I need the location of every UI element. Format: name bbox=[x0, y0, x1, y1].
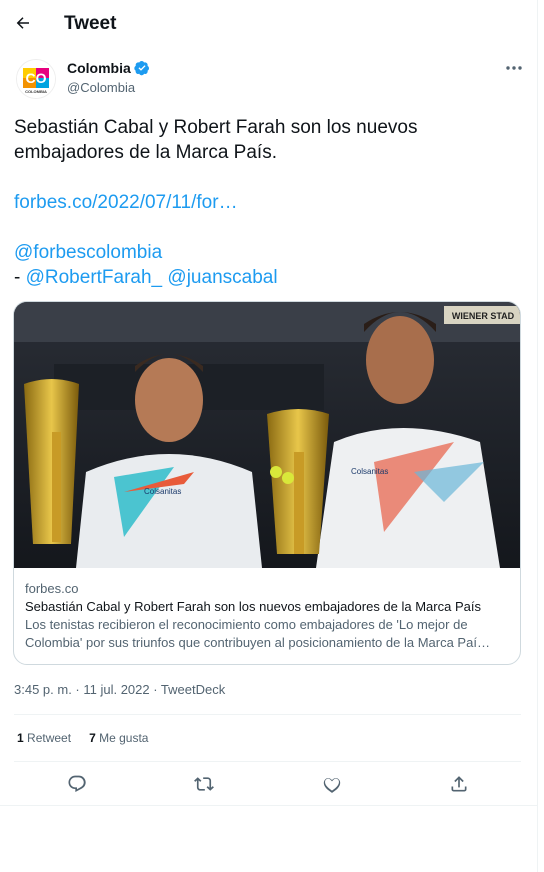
tweet-body: Sebastián Cabal y Robert Farah son los n… bbox=[14, 117, 418, 163]
column-border bbox=[537, 0, 538, 872]
card-image: WIENER STAD Colsanitas Colsanitas bbox=[14, 302, 520, 568]
back-button[interactable] bbox=[6, 6, 40, 40]
card-description: Los tenistas recibieron el reconocimient… bbox=[25, 617, 490, 650]
author-name[interactable]: Colombia bbox=[67, 60, 150, 76]
svg-text:Colsanitas: Colsanitas bbox=[144, 487, 181, 496]
page-title: Tweet bbox=[64, 13, 117, 34]
mention-robertfarah[interactable]: @RobertFarah_ bbox=[26, 267, 163, 288]
more-icon bbox=[506, 66, 522, 70]
retweet-icon bbox=[194, 777, 214, 791]
reply-icon bbox=[68, 775, 86, 792]
tweet-link[interactable]: forbes.co/2022/07/11/for… bbox=[14, 192, 238, 213]
card-title: Sebastián Cabal y Robert Farah son los n… bbox=[25, 599, 481, 614]
reply-button[interactable] bbox=[63, 770, 91, 798]
like-button[interactable] bbox=[318, 770, 346, 798]
action-bar bbox=[14, 770, 521, 798]
svg-text:Colsanitas: Colsanitas bbox=[351, 467, 388, 476]
header: Tweet bbox=[0, 0, 537, 50]
share-button[interactable] bbox=[445, 770, 473, 798]
mention-forbescolombia[interactable]: @forbescolombia bbox=[14, 242, 162, 263]
share-icon bbox=[451, 776, 467, 792]
like-stat[interactable]: 7 Me gusta bbox=[89, 731, 148, 745]
author-handle[interactable]: @Colombia bbox=[67, 80, 135, 95]
dash: - bbox=[14, 267, 21, 288]
engagement-stats: 1 Retweet 7 Me gusta bbox=[17, 731, 148, 745]
verified-badge-icon bbox=[134, 61, 149, 76]
retweet-button[interactable] bbox=[190, 770, 218, 798]
svg-text:WIENER STAD: WIENER STAD bbox=[452, 311, 515, 321]
avatar[interactable]: CO COLOMBIA bbox=[16, 59, 56, 99]
like-icon bbox=[323, 778, 341, 793]
divider bbox=[14, 761, 521, 762]
timestamp[interactable]: 3:45 p. m. · 11 jul. 2022 · TweetDeck bbox=[14, 682, 225, 697]
back-arrow-icon bbox=[16, 17, 29, 29]
retweet-stat[interactable]: 1 Retweet bbox=[17, 731, 71, 745]
svg-text:CO: CO bbox=[26, 70, 47, 86]
tweet-text: Sebastián Cabal y Robert Farah son los n… bbox=[14, 115, 519, 290]
card-meta: forbes.co Sebastián Cabal y Robert Farah… bbox=[14, 568, 520, 652]
card-domain: forbes.co bbox=[25, 581, 79, 596]
link-card[interactable]: WIENER STAD Colsanitas Colsanitas forbes… bbox=[13, 301, 521, 665]
divider bbox=[0, 805, 537, 806]
svg-text:COLOMBIA: COLOMBIA bbox=[25, 89, 47, 94]
colombia-logo-icon: CO COLOMBIA bbox=[17, 60, 55, 98]
more-button[interactable] bbox=[500, 58, 528, 78]
divider bbox=[14, 714, 521, 715]
mention-juanscabal[interactable]: @juanscabal bbox=[167, 267, 277, 288]
